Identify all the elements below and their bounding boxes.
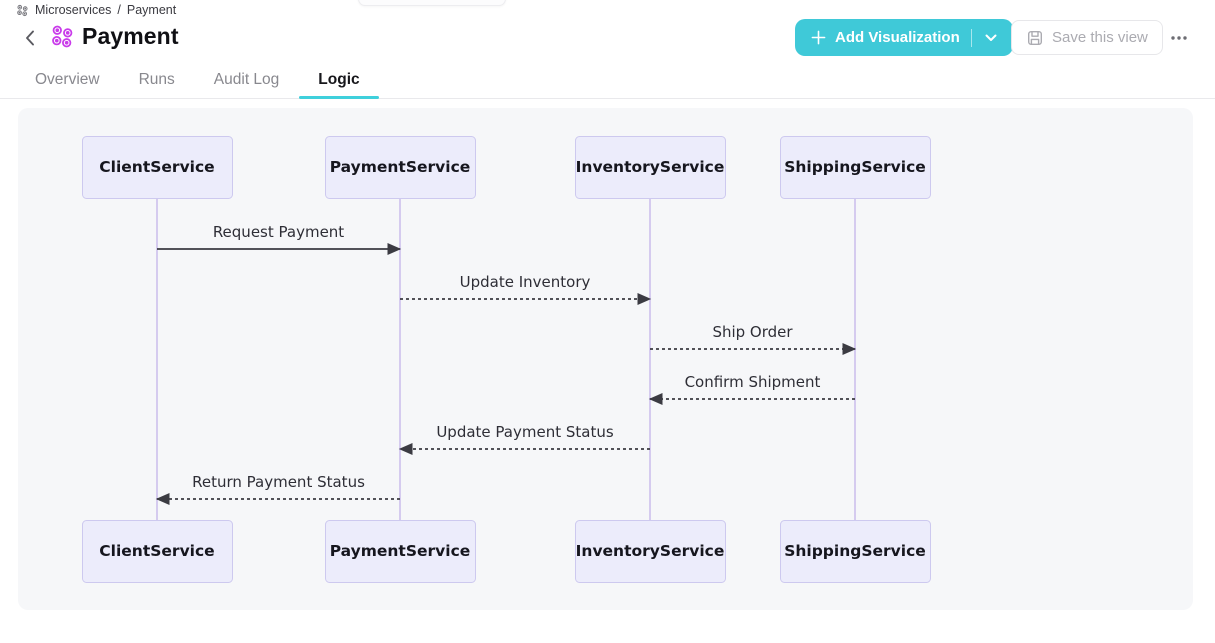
plus-icon	[811, 30, 826, 45]
page-title: Payment	[82, 23, 179, 50]
message-label: Return Payment Status	[192, 473, 365, 491]
actor-label: ShippingService	[784, 158, 926, 176]
sequence-diagram-canvas: ClientService PaymentService InventoryServ…	[18, 108, 1193, 610]
button-divider	[971, 29, 972, 47]
actor-label: InventoryService	[576, 542, 725, 560]
actor-label: ClientService	[99, 542, 214, 560]
message-label: Ship Order	[712, 323, 793, 341]
message-label: Update Payment Status	[436, 423, 614, 441]
save-view-button[interactable]: Save this view	[1011, 20, 1163, 55]
ellipsis-icon	[1170, 35, 1188, 41]
message-label: Update Inventory	[460, 273, 591, 291]
back-button[interactable]	[20, 28, 40, 48]
breadcrumb-separator: /	[117, 3, 120, 17]
tab-bar: Overview Runs Audit Log Logic	[0, 62, 1215, 99]
tab-runs[interactable]: Runs	[139, 62, 175, 98]
floating-toolbar-edge	[358, 0, 506, 6]
microservices-cluster-icon	[16, 4, 29, 17]
actor-label: PaymentService	[330, 158, 471, 176]
save-view-label: Save this view	[1052, 29, 1148, 46]
add-visualization-label: Add Visualization	[835, 29, 960, 46]
add-visualization-button[interactable]: Add Visualization	[795, 19, 1013, 56]
actor-label: PaymentService	[330, 542, 471, 560]
save-disk-icon	[1026, 29, 1044, 47]
actor-label: ShippingService	[784, 542, 926, 560]
breadcrumb: Microservices / Payment	[16, 2, 176, 18]
tab-audit-log[interactable]: Audit Log	[214, 62, 280, 98]
microservices-cluster-icon	[50, 24, 75, 49]
tab-overview[interactable]: Overview	[35, 62, 100, 98]
logic-diagram-card: ClientService PaymentService InventoryServ…	[18, 108, 1193, 610]
message-label: Confirm Shipment	[685, 373, 821, 391]
breadcrumb-current[interactable]: Payment	[127, 3, 176, 17]
actor-label: InventoryService	[576, 158, 725, 176]
tab-logic[interactable]: Logic	[318, 62, 359, 98]
actor-label: ClientService	[99, 158, 214, 176]
chevron-left-icon	[25, 30, 35, 46]
breadcrumb-root[interactable]: Microservices	[35, 3, 111, 17]
message-label: Request Payment	[213, 223, 344, 241]
more-options-button[interactable]	[1160, 24, 1198, 52]
chevron-down-icon[interactable]	[983, 32, 999, 44]
